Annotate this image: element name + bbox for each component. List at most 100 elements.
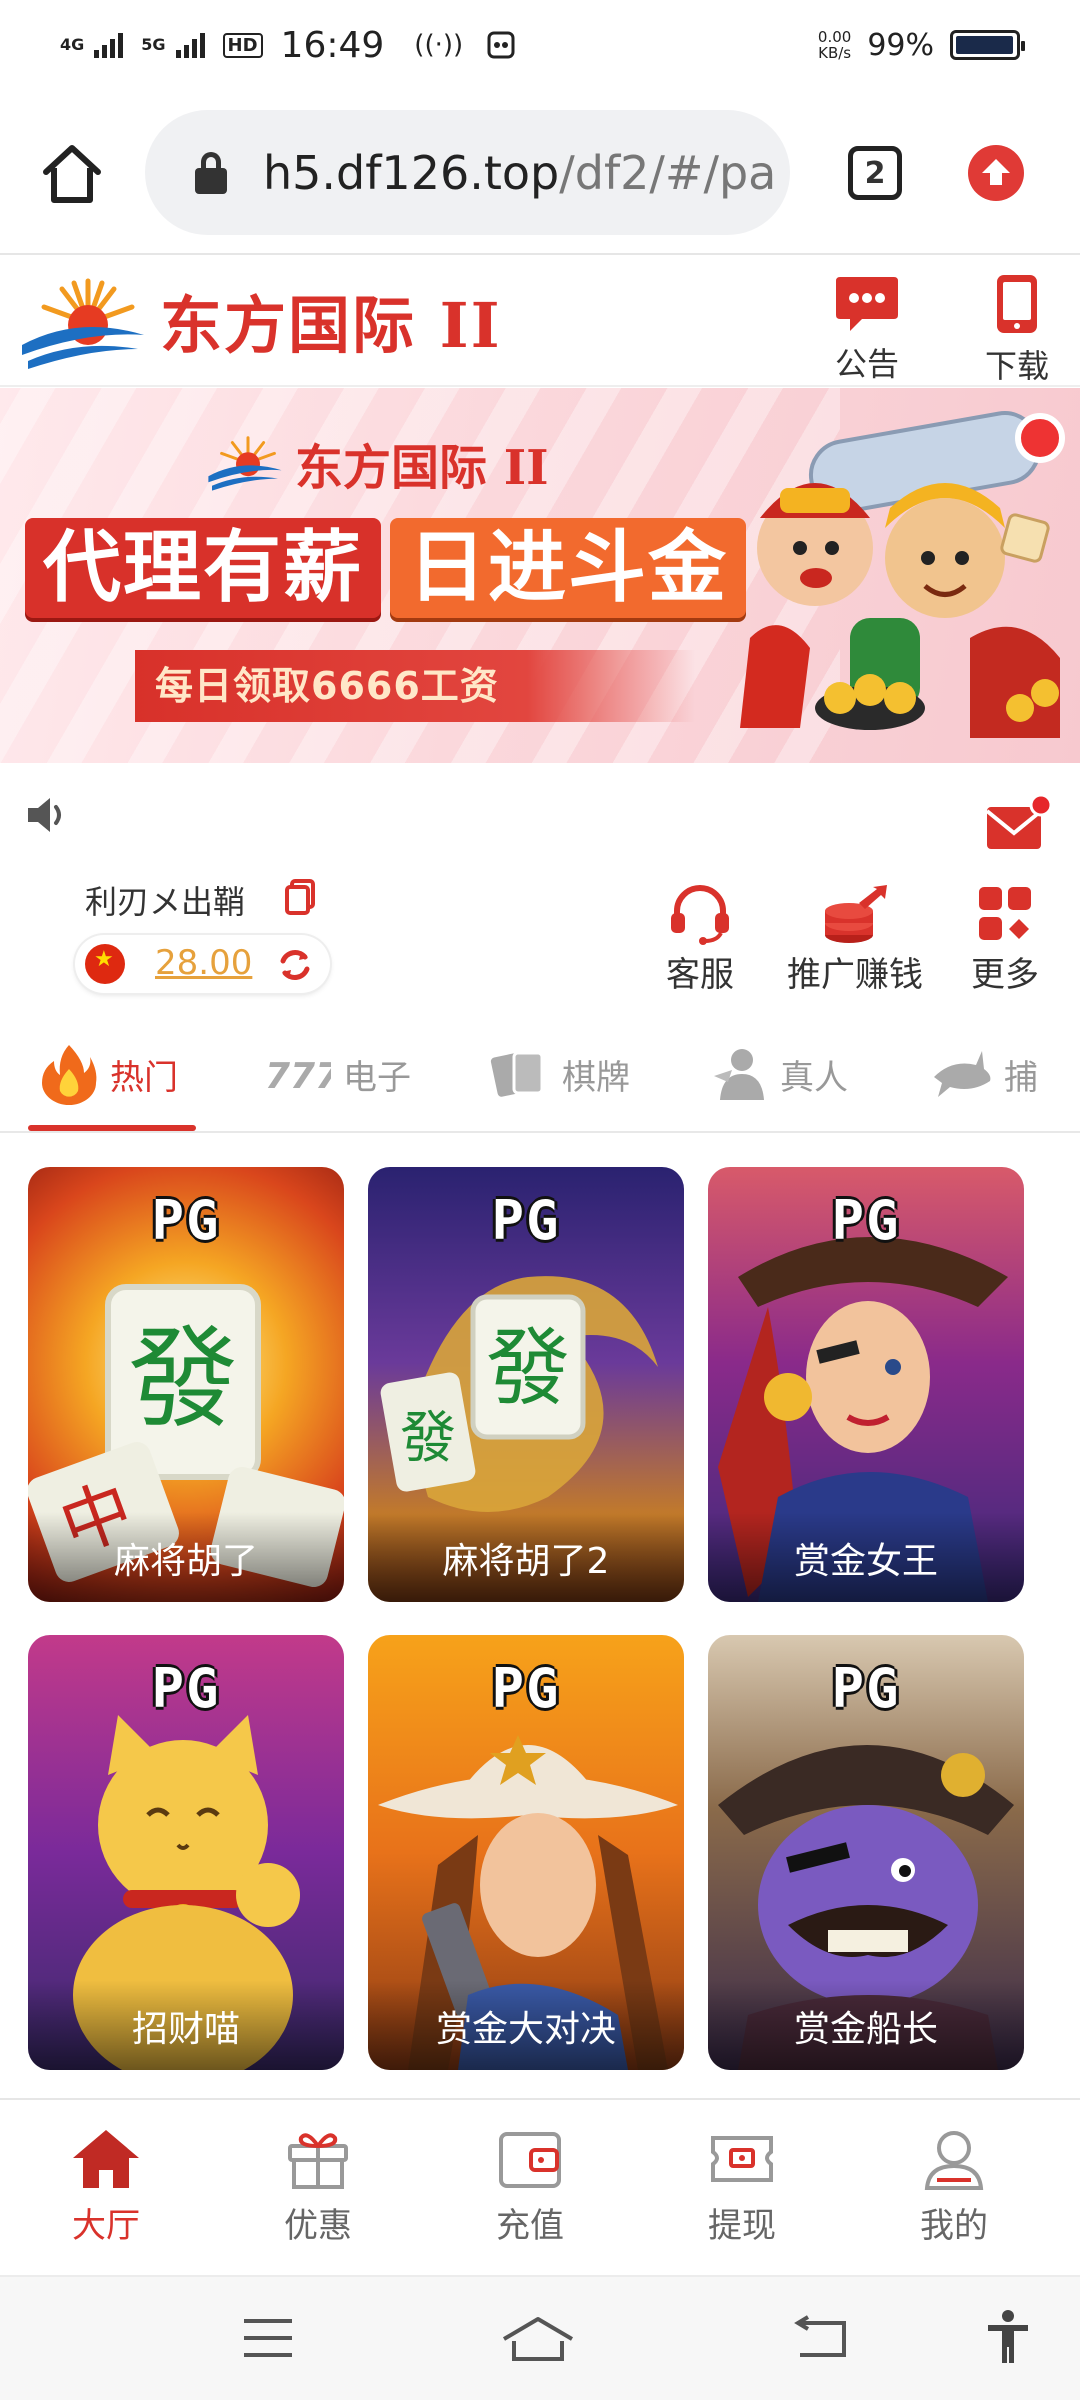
username: 利刃メ出鞘 xyxy=(85,883,246,921)
phone-icon xyxy=(997,275,1037,333)
fire-icon xyxy=(42,1045,97,1105)
status-bar: 4G 5G HD 16:49 ((·)) 0.00 KB/s 99% xyxy=(0,0,1080,90)
tab-cards[interactable]: 棋牌 xyxy=(490,1015,630,1131)
china-flag-icon xyxy=(85,944,125,984)
banner-headline-left: 代理有薪 xyxy=(25,518,382,618)
network-5g-label: 5G xyxy=(141,35,166,54)
hd-voice-badge: HD xyxy=(222,32,263,58)
games-grid: 發 中 PG 麻将胡了 發 發 PG 麻将胡了2 PG xyxy=(0,1135,1080,2095)
back-icon[interactable] xyxy=(790,2315,850,2363)
brand-title: 东方国际 II xyxy=(160,289,502,362)
copy-icon[interactable] xyxy=(285,879,315,915)
balance-pill: 28.00 xyxy=(75,935,330,993)
user-info-row: 利刃メ出鞘 28.00 客服 推广赚钱 xyxy=(0,865,1080,1015)
tab-electronic[interactable]: 777 电子 xyxy=(265,1015,411,1131)
shark-icon xyxy=(934,1051,991,1097)
signal-icon-2 xyxy=(175,32,205,58)
svg-text:發: 發 xyxy=(128,1315,238,1443)
game-title: 赏金船长 xyxy=(708,1980,1024,2070)
update-arrow-icon[interactable] xyxy=(968,145,1024,201)
lock-icon xyxy=(195,151,227,194)
headset-icon xyxy=(671,885,729,945)
gift-icon xyxy=(288,2133,348,2189)
game-title: 赏金女王 xyxy=(708,1512,1024,1602)
svg-text:發: 發 xyxy=(486,1319,570,1417)
provider-logo: PG xyxy=(831,1189,901,1252)
provider-logo: PG xyxy=(491,1657,561,1720)
user-icon xyxy=(924,2131,984,2190)
game-title: 麻将胡了 xyxy=(28,1512,344,1602)
app-header: 东方国际 II 公告 下载 xyxy=(0,255,1080,387)
banner-headline-right: 日进斗金 xyxy=(390,518,747,618)
message-icon xyxy=(836,277,898,331)
game-title: 麻将胡了2 xyxy=(368,1512,684,1602)
nav-promotions[interactable]: 优惠 xyxy=(258,2128,378,2247)
svg-text:發: 發 xyxy=(400,1406,456,1471)
provider-logo: PG xyxy=(491,1189,561,1252)
system-home-icon[interactable] xyxy=(500,2315,576,2363)
balance-amount: 28.00 xyxy=(155,943,253,983)
cards-icon xyxy=(490,1051,544,1097)
promo-banner[interactable]: 东方国际 II 代理有薪 日进斗金 每日领取6666工资 xyxy=(0,388,1080,763)
tab-switcher-button[interactable]: 2 xyxy=(848,146,902,200)
wallet-icon xyxy=(499,2132,561,2188)
nav-deposit[interactable]: 充值 xyxy=(470,2128,590,2247)
url-text[interactable]: h5.df126.top/df2/#/pa xyxy=(263,146,776,200)
marquee-notice-bar xyxy=(0,765,1080,865)
download-button[interactable]: 下载 xyxy=(962,273,1072,387)
active-tab-indicator xyxy=(28,1125,196,1131)
nav-profile[interactable]: 我的 xyxy=(894,2128,1014,2247)
browser-home-icon[interactable] xyxy=(40,142,104,206)
net-speed: 0.00 KB/s xyxy=(817,28,852,62)
speaker-icon xyxy=(28,798,61,832)
system-navigation-bar xyxy=(0,2275,1080,2400)
battery-icon xyxy=(950,30,1025,60)
bottom-nav: 大厅 优惠 充值 提现 我的 xyxy=(0,2098,1080,2273)
grid-icon xyxy=(979,887,1031,940)
browser-toolbar: h5.df126.top/df2/#/pa 2 xyxy=(0,90,1080,255)
sunrise-logo-icon xyxy=(22,278,144,369)
signal-icon xyxy=(94,32,124,58)
more-button[interactable]: 更多 xyxy=(950,883,1060,996)
accessibility-icon[interactable] xyxy=(985,2309,1031,2365)
clock: 16:49 xyxy=(280,24,385,66)
game-card[interactable]: PG 赏金大对决 xyxy=(368,1635,684,2070)
network-4g-label: 4G xyxy=(60,35,85,54)
banner-logo-icon xyxy=(208,436,282,491)
battery-percent: 99% xyxy=(867,27,934,63)
game-card[interactable]: PG 赏金女王 xyxy=(708,1167,1024,1602)
provider-logo: PG xyxy=(151,1657,221,1720)
nav-lobby[interactable]: 大厅 xyxy=(46,2128,166,2247)
announcement-button[interactable]: 公告 xyxy=(812,273,922,385)
category-tabs: 热门 777 电子 棋牌 真人 捕 xyxy=(0,1015,1080,1133)
game-card[interactable]: PG 赏金船长 xyxy=(708,1635,1024,2070)
vpn-icon xyxy=(487,31,515,59)
coins-icon xyxy=(825,885,887,943)
game-card[interactable]: 發 發 PG 麻将胡了2 xyxy=(368,1167,684,1602)
tab-hot[interactable]: 热门 xyxy=(40,1015,178,1131)
mail-icon[interactable] xyxy=(985,793,1053,853)
nav-withdraw[interactable]: 提现 xyxy=(682,2128,802,2247)
game-card[interactable]: 發 中 PG 麻将胡了 xyxy=(28,1167,344,1602)
refresh-icon[interactable] xyxy=(275,945,315,985)
banner-subline: 每日领取6666工资 xyxy=(135,650,695,722)
dealer-icon xyxy=(714,1049,764,1100)
provider-logo: PG xyxy=(151,1189,221,1252)
ticket-icon xyxy=(711,2136,773,2182)
game-title: 赏金大对决 xyxy=(368,1980,684,2070)
game-title: 招财喵 xyxy=(28,1980,344,2070)
menu-icon[interactable] xyxy=(240,2315,296,2361)
tab-live[interactable]: 真人 xyxy=(712,1015,848,1131)
banner-characters-illustration xyxy=(740,411,1065,738)
banner-brand: 东方国际 II xyxy=(295,440,549,496)
promote-earn-button[interactable]: 推广赚钱 xyxy=(775,883,935,996)
game-card[interactable]: PG 招财喵 xyxy=(28,1635,344,2070)
home-icon xyxy=(73,2130,139,2188)
svg-text:777: 777 xyxy=(265,1056,331,1094)
slot-777-icon: 777 xyxy=(265,1056,331,1094)
hotspot-icon: ((·)) xyxy=(414,30,464,60)
tab-fishing[interactable]: 捕 xyxy=(932,1015,1038,1131)
provider-logo: PG xyxy=(831,1657,901,1720)
address-bar[interactable]: h5.df126.top/df2/#/pa xyxy=(145,110,790,235)
customer-service-button[interactable]: 客服 xyxy=(640,883,760,996)
